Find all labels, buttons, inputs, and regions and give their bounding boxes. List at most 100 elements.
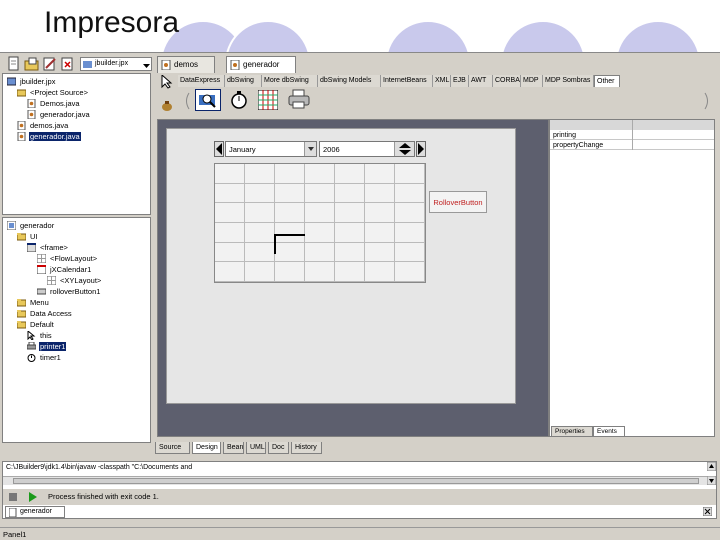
calendar-day-cell[interactable] [395,222,425,243]
tab-demos[interactable]: demos [157,56,215,73]
printer-icon[interactable] [288,89,310,111]
tab-events[interactable]: Events [593,426,625,437]
tree-item[interactable]: Data Access [16,309,73,319]
tree-item[interactable]: generador.java [17,131,81,142]
palette-tab[interactable]: dbSwing Models [318,75,381,87]
calendar-day-cell[interactable] [335,183,365,204]
property-row[interactable]: propertyChange [550,140,714,150]
palette-tab[interactable]: DataExpress [178,75,225,87]
calendar-day-cell[interactable] [365,164,395,184]
calendar-day-cell[interactable] [305,203,335,223]
tree-item[interactable]: <frame> [26,242,69,253]
month-select[interactable]: January [225,141,317,157]
scroll-right-icon[interactable] [703,92,711,112]
open-project-icon[interactable] [24,56,40,72]
next-month-icon[interactable] [416,141,426,157]
calendar-day-cell[interactable] [215,203,245,223]
palette-tab[interactable]: InternetBeans [381,75,433,87]
calendar-day-cell[interactable] [395,203,425,223]
stop-icon[interactable] [9,493,17,503]
calendar-day-cell[interactable] [275,164,305,184]
palette-tab[interactable]: dbSwing [225,75,262,87]
tree-item[interactable]: this [27,329,53,341]
tree-item[interactable]: jXCalendar1 [36,264,92,275]
calendar-day-cell[interactable] [395,183,425,204]
calendar-day-cell[interactable] [305,183,335,204]
palette-tab[interactable]: More dbSwing [262,75,318,87]
editor-tab[interactable]: Design [192,442,221,454]
tab-message-generador[interactable]: generador [5,506,65,518]
edit-icon[interactable] [42,56,58,72]
tree-item[interactable]: printer1 [26,341,67,352]
calendar-day-cell[interactable] [365,183,395,204]
palette-tab[interactable]: MDP [521,75,543,87]
spinner-arrows-icon[interactable] [394,142,414,156]
calendar-day-cell[interactable] [305,164,335,184]
calendar-day-cell[interactable] [245,222,275,243]
tree-item[interactable]: timer1 [27,353,62,363]
calendar-day-cell[interactable] [305,242,335,263]
year-spinner[interactable]: 2006 [319,141,415,157]
calendar-day-cell[interactable] [245,183,275,204]
palette-tab[interactable]: MDP Sombras [543,75,594,87]
selection-arrow-icon[interactable] [161,73,173,91]
tree-item[interactable]: generador [6,220,55,231]
calendar-day-cell[interactable] [215,242,245,263]
calendar-day-cell[interactable] [275,203,305,223]
palette-tab[interactable]: CORBA [493,75,521,87]
calendar-day-cell[interactable] [365,262,395,282]
calendar-day-cell[interactable] [215,222,245,243]
calendar-day-cell[interactable] [335,203,365,223]
scroll-up-icon[interactable] [706,461,717,473]
calendar-day-cell[interactable] [275,183,305,204]
calendar-day-cell[interactable] [245,164,275,184]
editor-tab[interactable]: Doc [268,442,289,454]
grid-icon[interactable] [257,89,279,112]
tree-item[interactable]: Menu [16,298,50,308]
scroll-thumb[interactable] [13,478,699,484]
close-file-icon[interactable] [60,56,76,72]
bean-chooser-icon[interactable] [161,100,173,114]
calendar-day-cell[interactable] [365,222,395,243]
calendar-day-cell[interactable] [335,164,365,184]
tree-item[interactable]: demos.java [17,120,69,131]
tree-item[interactable]: <XYLayout> [46,275,102,286]
project-combo[interactable]: jbuilder.jpx [80,57,152,71]
calendar-day-cell[interactable] [305,262,335,282]
property-row[interactable] [550,120,714,130]
tree-item[interactable]: Default [16,320,55,330]
ui-frame[interactable]: January 2006 RolloverButton [166,128,516,404]
property-row[interactable]: printing [550,130,714,140]
palette-tab[interactable]: EJB [451,75,469,87]
tree-item[interactable]: <Project Source> [16,88,89,98]
tree-item[interactable]: <FlowLayout> [36,253,98,264]
tree-item[interactable]: Demos.java [27,98,81,109]
calendar-day-cell[interactable] [335,222,365,243]
calendar-day-cell[interactable] [395,242,425,263]
calendar-day-cell[interactable] [245,262,275,282]
close-icon[interactable] [702,506,713,518]
scroll-left-icon[interactable] [183,92,191,112]
tree-item[interactable]: UI [16,232,39,242]
calendar-day-cell[interactable] [245,242,275,263]
stopwatch-icon[interactable] [230,91,248,111]
horizontal-scrollbar[interactable] [3,476,716,485]
calendar-day-cell[interactable] [215,164,245,184]
calendar-day-cell[interactable] [215,262,245,282]
calendar-day-cell[interactable] [365,203,395,223]
palette-tab[interactable]: XML [433,75,451,87]
editor-tab[interactable]: History [291,442,322,454]
tab-generador[interactable]: generador [226,56,296,73]
calendar-day-cell[interactable] [395,164,425,184]
calendar-day-cell[interactable] [305,222,335,243]
editor-tab[interactable]: Source [155,442,190,454]
calendar-day-cell[interactable] [365,242,395,263]
run-icon[interactable] [29,492,37,504]
editor-tab[interactable]: Bean [223,442,244,454]
calendar-day-cell[interactable] [335,262,365,282]
tree-item[interactable]: jbuilder.jpx [6,77,56,87]
palette-tab[interactable]: Other [594,75,620,87]
new-file-icon[interactable] [6,56,22,72]
calendar-day-cell[interactable] [335,242,365,263]
property-value[interactable] [632,140,714,150]
